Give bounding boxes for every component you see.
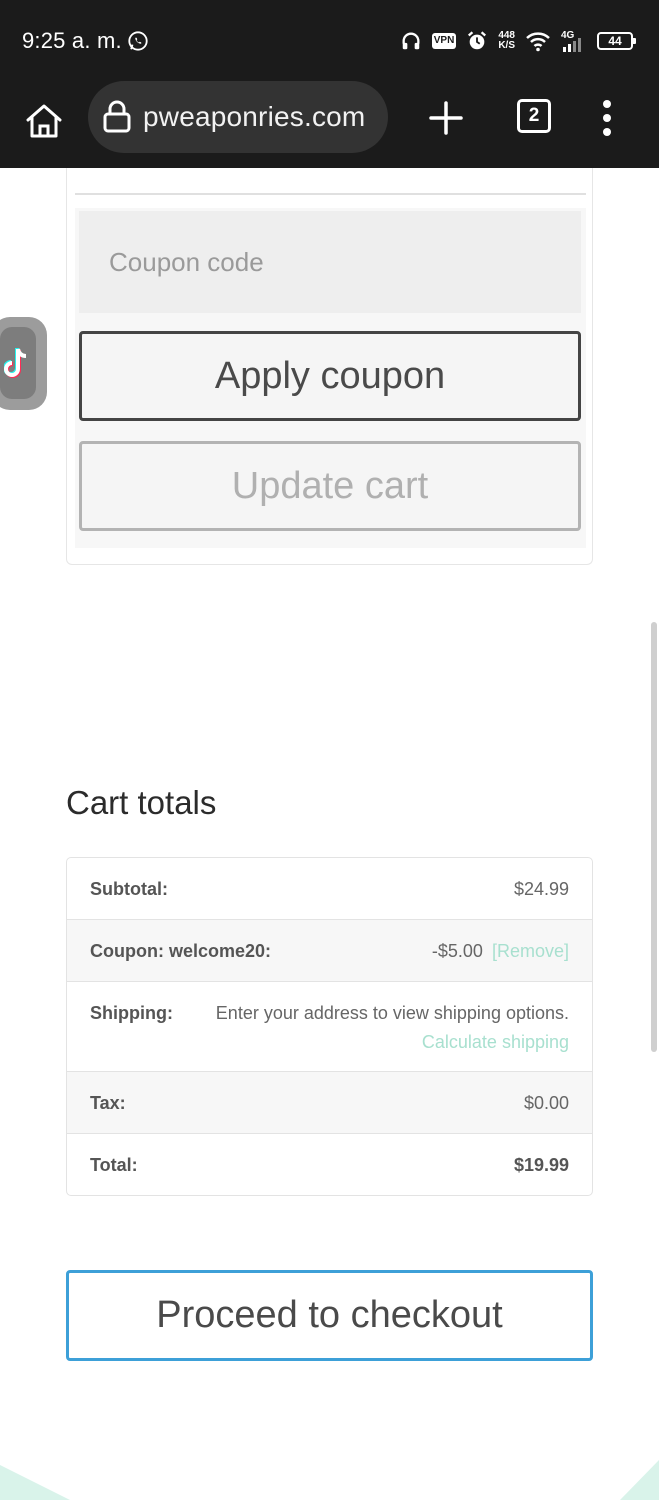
- plus-icon[interactable]: [428, 100, 464, 136]
- wifi-icon: [526, 32, 550, 52]
- status-bar: 9:25 a. m. VPN 448 K/S 4G 44: [0, 0, 659, 80]
- battery-icon: 44: [597, 32, 636, 50]
- lock-icon: [103, 100, 131, 133]
- table-row: Total: $19.99: [67, 1134, 592, 1195]
- menu-dot: [603, 114, 611, 122]
- network-speed: 448 K/S: [498, 31, 515, 51]
- scrollbar[interactable]: [651, 622, 657, 1052]
- tiktok-icon: [0, 327, 36, 399]
- divider: [75, 193, 586, 195]
- whatsapp-icon: [128, 31, 148, 51]
- proceed-to-checkout-button[interactable]: Proceed to checkout: [66, 1270, 593, 1361]
- signal-icon: 4G: [561, 30, 581, 52]
- subtotal-value: $24.99: [513, 879, 569, 899]
- coupon-discount: -$5.00: [431, 941, 483, 961]
- address-bar[interactable]: pweaponries.com: [88, 81, 388, 153]
- coupon-code-input[interactable]: [79, 211, 581, 313]
- cart-totals-title: Cart totals: [66, 784, 217, 821]
- coupon-actions: Apply coupon Update cart: [75, 208, 586, 548]
- table-row: Shipping: Enter your address to view shi…: [67, 982, 592, 1072]
- battery-level: 44: [608, 34, 622, 48]
- total-value: $19.99: [513, 1155, 569, 1175]
- remove-coupon-link[interactable]: [Remove]: [492, 941, 569, 961]
- coupon-label: Coupon: welcome20:: [90, 941, 272, 961]
- decorative-shape: [620, 1460, 659, 1500]
- apply-coupon-button[interactable]: Apply coupon: [79, 331, 581, 421]
- headphones-icon: [402, 32, 420, 50]
- total-label: Total:: [90, 1155, 138, 1175]
- url-text[interactable]: pweaponries.com: [143, 101, 378, 133]
- coupon-value-group: -$5.00 [Remove]: [432, 941, 569, 961]
- decorative-shape: [0, 1465, 70, 1500]
- home-icon: [26, 104, 62, 138]
- more-vert-icon[interactable]: [596, 98, 618, 138]
- tax-value: $0.00: [523, 1093, 569, 1113]
- status-icons: VPN 448 K/S 4G 44: [400, 24, 636, 58]
- network-type: 4G: [561, 30, 575, 41]
- menu-dot: [603, 128, 611, 136]
- speed-unit: K/S: [498, 40, 515, 51]
- status-time: 9:25 a. m.: [22, 28, 122, 53]
- alarm-icon: [468, 31, 487, 50]
- calculate-shipping-link[interactable]: Calculate shipping: [422, 1032, 569, 1052]
- shipping-message: Enter your address to view shipping opti…: [215, 1003, 569, 1023]
- update-cart-button[interactable]: Update cart: [79, 441, 581, 531]
- tax-label: Tax:: [90, 1093, 126, 1113]
- vpn-icon: VPN: [431, 33, 457, 49]
- table-row: Subtotal: $24.99: [67, 858, 592, 920]
- home-button[interactable]: [22, 99, 66, 143]
- table-row: Tax: $0.00: [67, 1072, 592, 1134]
- tabs-icon[interactable]: 2: [517, 99, 551, 133]
- floating-app-bubble[interactable]: [0, 317, 47, 410]
- subtotal-label: Subtotal:: [90, 879, 168, 899]
- menu-dot: [603, 100, 611, 108]
- coupon-section: Apply coupon Update cart: [66, 168, 593, 565]
- tiktok-note-icon: [4, 348, 27, 378]
- cart-totals-table: Subtotal: $24.99 Coupon: welcome20: -$5.…: [66, 857, 593, 1196]
- browser-toolbar: pweaponries.com 2: [0, 80, 659, 168]
- shipping-label: Shipping:: [90, 1003, 173, 1023]
- table-row: Coupon: welcome20: -$5.00 [Remove]: [67, 920, 592, 982]
- tab-count: 2: [528, 105, 540, 126]
